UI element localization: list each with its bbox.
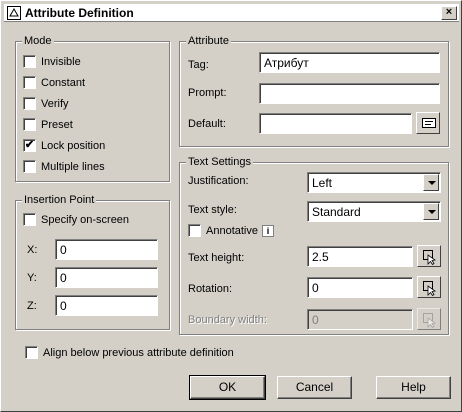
justification-select[interactable]: Left (307, 172, 441, 193)
checkbox-box[interactable] (23, 118, 36, 131)
invisible-label: Invisible (41, 55, 81, 68)
insert-field-icon (422, 118, 436, 128)
preset-checkbox[interactable]: Preset (23, 118, 73, 131)
verify-label: Verify (41, 97, 69, 110)
checkbox-box[interactable] (23, 76, 36, 89)
specify-on-screen-checkbox[interactable]: Specify on-screen (23, 213, 129, 226)
tag-label: Tag: (188, 59, 209, 71)
justification-label: Justification: (188, 175, 249, 187)
checkbox-box[interactable] (23, 160, 36, 173)
chevron-down-icon[interactable] (423, 203, 439, 220)
chevron-down-icon[interactable] (423, 174, 439, 191)
window-title: Attribute Definition (25, 6, 134, 20)
ok-button[interactable]: OK (189, 375, 266, 400)
help-button[interactable]: Help (376, 376, 451, 399)
checkbox-box[interactable] (23, 213, 36, 226)
insertion-point-group-title: Insertion Point (22, 193, 97, 207)
attribute-definition-dialog: Attribute Definition × Mode Invisible Co… (0, 0, 462, 412)
rotation-input[interactable]: 0 (307, 277, 413, 298)
z-input[interactable]: 0 (55, 295, 158, 316)
boundary-width-input: 0 (307, 309, 413, 330)
rotation-label: Rotation: (188, 283, 233, 295)
info-icon[interactable]: i (261, 224, 274, 237)
mode-group-title: Mode (22, 34, 54, 48)
attribute-group-title: Attribute (186, 34, 231, 48)
multiple-lines-label: Multiple lines (41, 160, 105, 173)
boundary-width-pick-button (417, 308, 441, 330)
text-style-value: Standard (312, 205, 361, 219)
annotative-label: Annotative (206, 224, 258, 237)
title-bar: Attribute Definition × (4, 4, 459, 22)
y-label: Y: (27, 272, 37, 284)
text-style-select[interactable]: Standard (307, 201, 441, 222)
checkbox-box[interactable]: ✔ (23, 139, 36, 152)
app-icon (7, 6, 21, 20)
multiple-lines-checkbox[interactable]: Multiple lines (23, 160, 105, 173)
z-label: Z: (27, 300, 37, 312)
pick-point-icon (423, 281, 437, 296)
checkbox-box[interactable] (23, 97, 36, 110)
x-label: X: (27, 244, 38, 256)
prompt-input[interactable] (259, 83, 440, 104)
text-height-label: Text height: (188, 252, 245, 264)
checkbox-box[interactable] (23, 55, 36, 68)
text-settings-group-title: Text Settings (186, 155, 253, 169)
text-height-pick-button[interactable] (417, 245, 441, 267)
text-style-label: Text style: (188, 204, 237, 216)
verify-checkbox[interactable]: Verify (23, 97, 69, 110)
align-below-label: Align below previous attribute definitio… (43, 346, 234, 359)
lock-position-label: Lock position (41, 139, 106, 152)
invisible-checkbox[interactable]: Invisible (23, 55, 81, 68)
boundary-width-label: Boundary width: (188, 314, 267, 326)
checkbox-box[interactable] (188, 224, 201, 237)
y-input[interactable]: 0 (55, 267, 158, 288)
tag-input[interactable]: Атрибут (259, 52, 440, 73)
default-input[interactable] (259, 113, 412, 134)
pick-point-icon (423, 250, 437, 265)
insert-field-button[interactable] (416, 112, 440, 134)
specify-on-screen-label: Specify on-screen (41, 213, 130, 226)
x-input[interactable]: 0 (55, 239, 158, 260)
preset-label: Preset (41, 118, 73, 131)
align-below-checkbox[interactable]: Align below previous attribute definitio… (25, 346, 234, 359)
lock-position-checkbox[interactable]: ✔ Lock position (23, 139, 105, 152)
cancel-button[interactable]: Cancel (277, 376, 352, 399)
text-height-input[interactable]: 2.5 (307, 246, 413, 267)
constant-label: Constant (41, 76, 86, 89)
justification-value: Left (312, 176, 333, 190)
close-button[interactable]: × (441, 6, 457, 20)
close-icon: × (445, 6, 453, 18)
checkbox-box[interactable] (25, 346, 38, 359)
pick-point-icon (423, 313, 437, 328)
default-label: Default: (188, 118, 226, 130)
constant-checkbox[interactable]: Constant (23, 76, 85, 89)
prompt-label: Prompt: (188, 87, 227, 99)
annotative-checkbox[interactable]: Annotative i (188, 224, 274, 237)
rotation-pick-button[interactable] (417, 276, 441, 298)
